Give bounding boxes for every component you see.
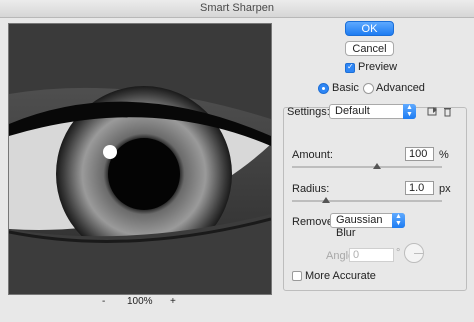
settings-select[interactable]: Default ▲ ▼ <box>329 104 416 119</box>
settings-value: Default <box>335 105 370 117</box>
radius-slider-track[interactable] <box>292 200 442 202</box>
settings-group <box>283 107 467 291</box>
chevron-updown-icon: ▲ ▼ <box>392 213 405 228</box>
basic-label: Basic <box>332 82 359 94</box>
radius-unit: px <box>439 183 451 195</box>
angle-dial[interactable] <box>404 243 424 263</box>
ok-button[interactable]: OK <box>345 21 394 36</box>
zoom-out-button[interactable]: - <box>102 296 105 307</box>
eye-preview-image <box>9 24 271 294</box>
more-accurate-label: More Accurate <box>305 270 376 282</box>
amount-slider-track[interactable] <box>292 166 442 168</box>
preview-label: Preview <box>358 61 398 73</box>
amount-label: Amount: <box>292 149 333 161</box>
cancel-button[interactable]: Cancel <box>345 41 394 56</box>
amount-slider-thumb[interactable] <box>373 163 381 169</box>
chevron-updown-icon: ▲ ▼ <box>403 104 416 119</box>
more-accurate-checkbox[interactable] <box>292 271 302 281</box>
amount-input[interactable]: 100 <box>405 147 434 161</box>
advanced-radio[interactable] <box>363 83 374 94</box>
window-title: Smart Sharpen <box>0 0 474 18</box>
advanced-label: Advanced <box>376 82 425 94</box>
settings-label: Settings: <box>287 106 330 118</box>
radius-slider-thumb[interactable] <box>322 197 330 203</box>
trash-icon[interactable] <box>442 106 453 117</box>
remove-select[interactable]: Gaussian Blur ▲ ▼ <box>330 213 405 239</box>
image-preview[interactable] <box>8 23 272 295</box>
angle-input[interactable]: 0 <box>349 248 394 262</box>
angle-unit: ° <box>396 247 401 259</box>
zoom-bar: - 100% + <box>8 296 270 310</box>
preview-checkbox[interactable] <box>345 62 355 73</box>
radius-label: Radius: <box>292 183 330 195</box>
zoom-level: 100% <box>127 296 153 307</box>
basic-radio[interactable] <box>318 83 329 94</box>
zoom-in-button[interactable]: + <box>170 296 176 307</box>
radius-input[interactable]: 1.0 <box>405 181 434 195</box>
save-preset-icon[interactable] <box>427 106 438 117</box>
amount-unit: % <box>439 149 449 161</box>
